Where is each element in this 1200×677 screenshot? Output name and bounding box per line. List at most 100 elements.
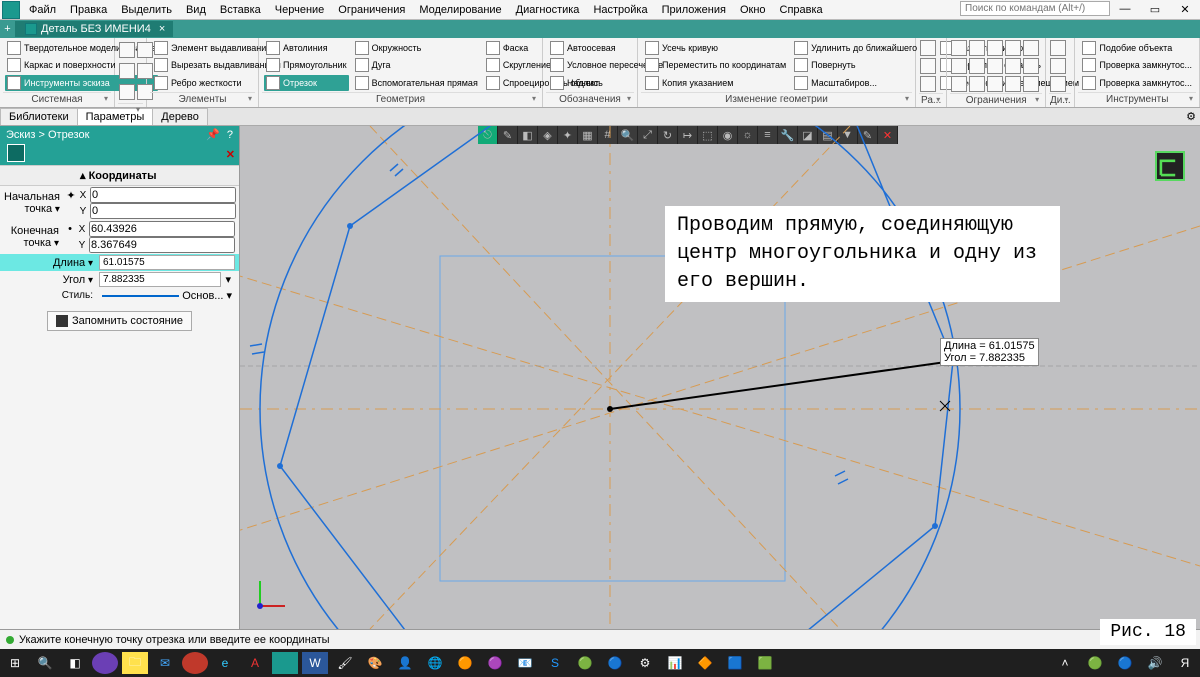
c1[interactable]	[951, 40, 967, 56]
rb-rect[interactable]: Прямоугольник	[264, 57, 349, 73]
rb-rotate[interactable]: Повернуть	[792, 57, 934, 73]
doc-tab-close-icon[interactable]: ×	[159, 23, 165, 35]
c13[interactable]	[987, 76, 1003, 92]
c15[interactable]	[1023, 76, 1039, 92]
menu-model[interactable]: Моделирование	[412, 1, 508, 19]
di-icon-3[interactable]	[1050, 76, 1066, 92]
qa-icon-3[interactable]	[119, 63, 135, 79]
c2[interactable]	[969, 40, 985, 56]
menu-help[interactable]: Справка	[773, 1, 830, 19]
rb-extend[interactable]: Удлинить до ближайшего о...	[792, 40, 934, 56]
rb-scale[interactable]: Масштабиров...	[792, 75, 934, 91]
win-close-icon[interactable]: ✕	[1170, 0, 1200, 19]
tb-app11-icon[interactable]: ⚙	[632, 652, 658, 674]
tb-files-icon[interactable]: 🗀	[122, 652, 148, 674]
lock2-icon[interactable]: •	[65, 223, 75, 235]
seg-type-1-icon[interactable]	[7, 144, 25, 162]
c5[interactable]	[1023, 40, 1039, 56]
seg-type-5-icon[interactable]	[115, 144, 133, 162]
menu-constr[interactable]: Ограничения	[331, 1, 412, 19]
input-end-x[interactable]	[89, 221, 235, 237]
rb-check1[interactable]: Проверка замкнутос...	[1080, 57, 1194, 73]
rb-aux[interactable]: Вспомогательная прямая	[353, 75, 480, 91]
panel-tab-tree[interactable]: Дерево	[152, 108, 208, 125]
tb-app6-icon[interactable]: 🟠	[452, 652, 478, 674]
tb-tray1-icon[interactable]: 🟢	[1082, 652, 1108, 674]
c4[interactable]	[1005, 40, 1021, 56]
tb-kompas-icon[interactable]	[272, 652, 298, 674]
menu-file[interactable]: Файл	[22, 1, 63, 19]
menu-apps[interactable]: Приложения	[655, 1, 733, 19]
tb-mail-icon[interactable]: ✉	[152, 652, 178, 674]
c12[interactable]	[969, 76, 985, 92]
tb-app7-icon[interactable]: 🟣	[482, 652, 508, 674]
panel-gear-icon[interactable]: ⚙	[1182, 110, 1200, 123]
c10[interactable]	[1023, 58, 1039, 74]
win-minimize-icon[interactable]: —	[1110, 0, 1140, 19]
c11[interactable]	[951, 76, 967, 92]
lock-icon[interactable]: ✦	[66, 189, 76, 202]
seg-type-6-icon[interactable]	[142, 144, 160, 162]
rb-check2[interactable]: Проверка замкнутос...	[1080, 75, 1194, 91]
tb-tray-vol-icon[interactable]: 🔊	[1142, 652, 1168, 674]
c3[interactable]	[987, 40, 1003, 56]
seg-type-2-icon[interactable]	[34, 144, 52, 162]
rb-trim[interactable]: Усечь кривую	[643, 40, 788, 56]
close-panel-icon[interactable]: ✕	[226, 148, 235, 161]
rb-circle[interactable]: Окружность	[353, 40, 480, 56]
tb-word-icon[interactable]: W	[302, 652, 328, 674]
c7[interactable]	[969, 58, 985, 74]
rb-copy[interactable]: Копия указанием	[643, 75, 788, 91]
input-angle[interactable]	[99, 272, 221, 287]
c9[interactable]	[1005, 58, 1021, 74]
rb-similar[interactable]: Подобие объекта	[1080, 40, 1194, 56]
menu-draw[interactable]: Черчение	[268, 1, 332, 19]
c6[interactable]	[951, 58, 967, 74]
menu-select[interactable]: Выделить	[114, 1, 179, 19]
tb-tray-up-icon[interactable]: ˄	[1052, 652, 1078, 674]
rb-segment[interactable]: Отрезок	[264, 75, 349, 91]
tb-app8-icon[interactable]: 📧	[512, 652, 538, 674]
tb-autocad-icon[interactable]: A	[242, 652, 268, 674]
di-icon-1[interactable]	[1050, 40, 1066, 56]
tb-app4-icon[interactable]: 👤	[392, 652, 418, 674]
win-maximize-icon[interactable]: ▭	[1140, 0, 1170, 19]
c8[interactable]	[987, 58, 1003, 74]
rb-move[interactable]: Переместить по координатам	[643, 57, 788, 73]
menu-window[interactable]: Окно	[733, 1, 773, 19]
menu-edit[interactable]: Правка	[63, 1, 114, 19]
tb-app5-icon[interactable]: 🌐	[422, 652, 448, 674]
tb-tray-lang-icon[interactable]: Я	[1172, 652, 1198, 674]
tb-app1-icon[interactable]	[92, 652, 118, 674]
tb-app9-icon[interactable]: 🟢	[572, 652, 598, 674]
tb-skype-icon[interactable]: S	[542, 652, 568, 674]
c14[interactable]	[1005, 76, 1021, 92]
panel-tab-lib[interactable]: Библиотеки	[0, 108, 78, 125]
seg-type-4-icon[interactable]	[88, 144, 106, 162]
menu-insert[interactable]: Вставка	[213, 1, 268, 19]
rb-arc[interactable]: Дуга	[353, 57, 480, 73]
input-start-x[interactable]	[90, 187, 236, 203]
tb-app2-icon[interactable]: 🖌	[332, 652, 358, 674]
tb-task-icon[interactable]: ◧	[62, 652, 88, 674]
pin-icon[interactable]: 📌	[206, 129, 220, 141]
di-icon-2[interactable]	[1050, 58, 1066, 74]
help-icon[interactable]: ?	[227, 129, 233, 141]
tb-app14-icon[interactable]: 🟦	[722, 652, 748, 674]
new-tab-button[interactable]: +	[0, 23, 15, 35]
tb-app12-icon[interactable]: 📊	[662, 652, 688, 674]
tb-app13-icon[interactable]: 🔶	[692, 652, 718, 674]
tb-start-icon[interactable]: ⊞	[2, 652, 28, 674]
tb-app15-icon[interactable]: 🟩	[752, 652, 778, 674]
tb-tray2-icon[interactable]: 🔵	[1112, 652, 1138, 674]
menu-settings[interactable]: Настройка	[586, 1, 654, 19]
tb-app10-icon[interactable]: 🔵	[602, 652, 628, 674]
command-search-input[interactable]	[960, 1, 1110, 16]
tb-app3-icon[interactable]: 🎨	[362, 652, 388, 674]
doc-tab[interactable]: Деталь БЕЗ ИМЕНИ4 ×	[15, 21, 173, 37]
input-length[interactable]	[99, 255, 235, 270]
ra-icon-1[interactable]	[920, 40, 936, 56]
command-search[interactable]	[960, 1, 1110, 16]
ra-icon-3[interactable]	[920, 76, 936, 92]
tb-search-icon[interactable]: 🔍	[32, 652, 58, 674]
